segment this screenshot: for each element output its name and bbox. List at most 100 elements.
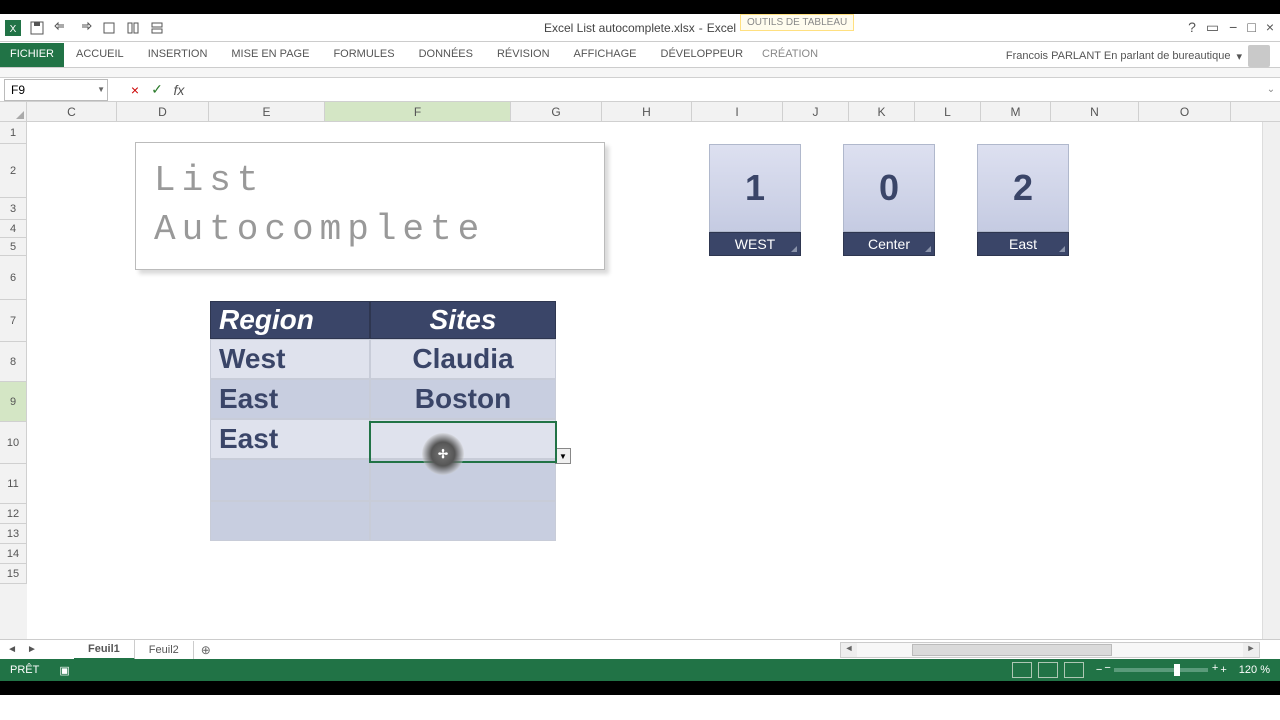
zoom-out-button[interactable]: − — [1096, 664, 1102, 676]
col-header-M[interactable]: M — [981, 102, 1051, 121]
table-cell-active[interactable] — [370, 419, 556, 459]
row-header-2[interactable]: 2 — [0, 144, 27, 198]
qat-misc2-icon[interactable] — [124, 19, 142, 37]
col-header-E[interactable]: E — [209, 102, 325, 121]
col-header-C[interactable]: C — [27, 102, 117, 121]
table-cell[interactable] — [370, 501, 556, 541]
cancel-button[interactable]: × — [124, 79, 146, 101]
tab-formules[interactable]: FORMULES — [321, 43, 406, 67]
data-table[interactable]: Region Sites West Claudia East Boston Ea… — [210, 301, 556, 541]
fx-button[interactable]: fx — [168, 79, 190, 101]
col-header-O[interactable]: O — [1139, 102, 1231, 121]
row-header-14[interactable]: 14 — [0, 544, 27, 564]
row-header-7[interactable]: 7 — [0, 300, 27, 342]
row-header-5[interactable]: 5 — [0, 238, 27, 256]
col-header-I[interactable]: I — [692, 102, 783, 121]
view-pagebreak-button[interactable] — [1064, 662, 1084, 678]
add-sheet-button[interactable]: ⊕ — [194, 643, 218, 657]
sheet-tab-feuil1[interactable]: Feuil1 — [74, 640, 135, 660]
view-normal-button[interactable] — [1012, 662, 1032, 678]
row-header-1[interactable]: 1 — [0, 122, 27, 144]
ribbon-toggle-icon[interactable]: ▭ — [1206, 19, 1219, 36]
col-header-L[interactable]: L — [915, 102, 981, 121]
zoom-in-button[interactable]: + — [1220, 664, 1226, 676]
col-header-F[interactable]: F — [325, 102, 511, 121]
undo-icon[interactable] — [52, 19, 70, 37]
tab-accueil[interactable]: ACCUEIL — [64, 43, 136, 67]
slicer-card-west[interactable]: 1WEST — [709, 144, 801, 256]
name-box[interactable]: F9 ▼ — [4, 79, 108, 101]
slicer-card-center[interactable]: 0Center — [843, 144, 935, 256]
tab-creation[interactable]: CRÉATION — [752, 43, 828, 67]
title-textbox[interactable]: List Autocomplete — [135, 142, 605, 270]
formula-input[interactable] — [190, 79, 1262, 101]
macro-record-icon[interactable]: ▣ — [59, 664, 69, 677]
minimize-icon[interactable]: − — [1229, 19, 1237, 36]
col-header-J[interactable]: J — [783, 102, 849, 121]
tab-insertion[interactable]: INSERTION — [136, 43, 220, 67]
title-line2: Autocomplete — [154, 206, 586, 255]
account-area[interactable]: Francois PARLANT En parlant de bureautiq… — [1006, 45, 1270, 67]
help-icon[interactable]: ? — [1188, 19, 1196, 36]
table-cell[interactable]: West — [210, 339, 370, 379]
view-layout-button[interactable] — [1038, 662, 1058, 678]
vertical-scrollbar[interactable] — [1262, 122, 1280, 639]
row-headers: 123456789101112131415 — [0, 122, 27, 639]
table-cell[interactable] — [210, 459, 370, 501]
cell-reference: F9 — [11, 83, 25, 97]
row-header-3[interactable]: 3 — [0, 198, 27, 220]
tab-file[interactable]: FICHIER — [0, 43, 64, 67]
table-cell[interactable]: Boston — [370, 379, 556, 419]
row-header-11[interactable]: 11 — [0, 464, 27, 504]
close-icon[interactable]: × — [1266, 19, 1274, 36]
cells-area[interactable]: List Autocomplete Region Sites West Clau… — [27, 122, 1262, 639]
row-header-12[interactable]: 12 — [0, 504, 27, 524]
save-icon[interactable] — [28, 19, 46, 37]
account-dd-icon[interactable]: ▾ — [1236, 50, 1242, 63]
expand-formula-icon[interactable]: ⌄ — [1262, 84, 1280, 95]
col-header-N[interactable]: N — [1051, 102, 1139, 121]
slicer-label: WEST — [709, 232, 801, 256]
tab-affichage[interactable]: AFFICHAGE — [562, 43, 649, 67]
avatar[interactable] — [1248, 45, 1270, 67]
window-title: Excel List autocomplete.xlsx - Excel — [544, 21, 736, 35]
table-cell[interactable]: East — [210, 379, 370, 419]
row-header-10[interactable]: 10 — [0, 422, 27, 464]
row-header-6[interactable]: 6 — [0, 256, 27, 300]
select-all-corner[interactable] — [0, 102, 27, 121]
zoom-slider[interactable] — [1114, 668, 1208, 672]
col-header-H[interactable]: H — [602, 102, 692, 121]
table-cell[interactable]: East — [210, 419, 370, 459]
col-header-D[interactable]: D — [117, 102, 209, 121]
table-cell[interactable]: Claudia — [370, 339, 556, 379]
qat-misc3-icon[interactable] — [148, 19, 166, 37]
tab-developpeur[interactable]: DÉVELOPPEUR — [649, 43, 756, 67]
redo-icon[interactable] — [76, 19, 94, 37]
col-header-G[interactable]: G — [511, 102, 602, 121]
zoom-value[interactable]: 120 % — [1239, 664, 1270, 676]
slicer-card-east[interactable]: 2East — [977, 144, 1069, 256]
table-cell[interactable] — [370, 459, 556, 501]
tab-miseenpage[interactable]: MISE EN PAGE — [219, 43, 321, 67]
contextual-tools-header: OUTILS DE TABLEAU — [740, 14, 854, 31]
row-header-4[interactable]: 4 — [0, 220, 27, 238]
tab-revision[interactable]: RÉVISION — [485, 43, 562, 67]
enter-button[interactable]: ✓ — [146, 79, 168, 101]
dropdown-arrow-icon[interactable]: ▼ — [555, 448, 571, 464]
row-header-8[interactable]: 8 — [0, 342, 27, 382]
tab-donnees[interactable]: DONNÉES — [407, 43, 485, 67]
row-header-9[interactable]: 9 — [0, 382, 27, 422]
col-header-K[interactable]: K — [849, 102, 915, 121]
svg-text:X: X — [10, 24, 17, 35]
chevron-down-icon[interactable]: ▼ — [97, 85, 105, 94]
row-header-13[interactable]: 13 — [0, 524, 27, 544]
table-header-region[interactable]: Region — [210, 301, 370, 339]
table-header-sites[interactable]: Sites — [370, 301, 556, 339]
row-header-15[interactable]: 15 — [0, 564, 27, 584]
qat-misc-icon[interactable] — [100, 19, 118, 37]
horizontal-scrollbar[interactable]: ◄ ► — [840, 642, 1260, 658]
sheet-tab-feuil2[interactable]: Feuil2 — [135, 641, 194, 659]
maximize-icon[interactable]: □ — [1247, 19, 1255, 36]
table-cell[interactable] — [210, 501, 370, 541]
sheet-nav[interactable]: ◄► — [0, 644, 44, 655]
